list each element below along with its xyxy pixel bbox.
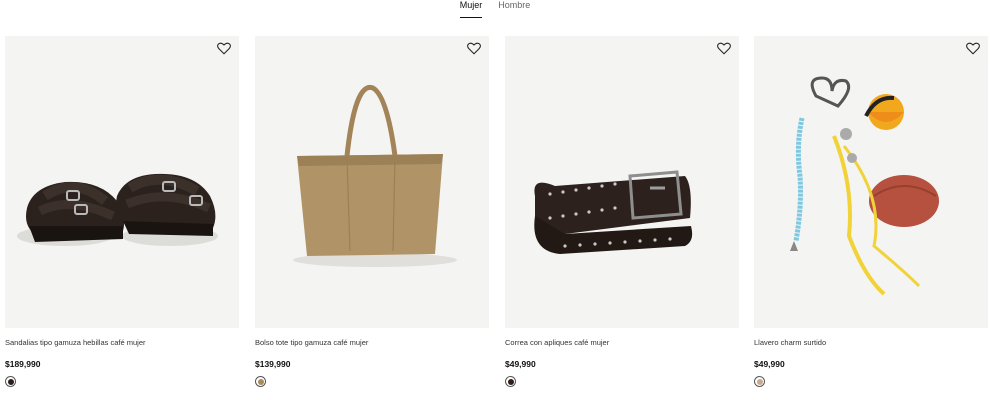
swatch-dot	[756, 378, 763, 385]
product-name[interactable]: Sandalias tipo gamuza hebillas café muje…	[5, 338, 146, 347]
tote-bag-image	[293, 84, 457, 267]
product-price: $139,990	[255, 359, 291, 369]
belt-image	[534, 170, 693, 254]
product-image[interactable]	[754, 36, 988, 328]
product-image[interactable]	[5, 36, 239, 328]
product-image[interactable]	[255, 36, 489, 328]
product-card[interactable]: Llavero charm surtido $49,990	[754, 36, 988, 396]
favorite-heart-icon[interactable]	[217, 42, 231, 55]
color-swatch[interactable]	[505, 376, 516, 387]
product-image[interactable]	[505, 36, 739, 328]
swatch-dot	[507, 378, 514, 385]
swatch-dot	[7, 378, 14, 385]
product-grid: Sandalias tipo gamuza hebillas café muje…	[5, 36, 990, 400]
tab-hombre[interactable]: Hombre	[498, 0, 530, 18]
product-card[interactable]: Correa con apliques café mujer $49,990	[505, 36, 739, 396]
favorite-heart-icon[interactable]	[467, 42, 481, 55]
favorite-heart-icon[interactable]	[966, 42, 980, 55]
product-name[interactable]: Correa con apliques café mujer	[505, 338, 609, 347]
tab-mujer[interactable]: Mujer	[459, 0, 483, 18]
product-card[interactable]: Sandalias tipo gamuza hebillas café muje…	[5, 36, 239, 396]
product-name[interactable]: Llavero charm surtido	[754, 338, 826, 347]
color-swatch[interactable]	[255, 376, 266, 387]
color-swatch[interactable]	[754, 376, 765, 387]
product-name[interactable]: Bolso tote tipo gamuza café mujer	[255, 338, 368, 347]
gender-tabs: Mujer Hombre	[0, 0, 990, 20]
color-swatch[interactable]	[5, 376, 16, 387]
swatch-dot	[257, 378, 264, 385]
product-card[interactable]: Bolso tote tipo gamuza café mujer $139,9…	[255, 36, 489, 396]
keychain-image	[790, 76, 939, 296]
sandals-image	[17, 173, 218, 246]
favorite-heart-icon[interactable]	[717, 42, 731, 55]
product-price: $49,990	[505, 359, 536, 369]
product-price: $189,990	[5, 359, 41, 369]
product-price: $49,990	[754, 359, 785, 369]
